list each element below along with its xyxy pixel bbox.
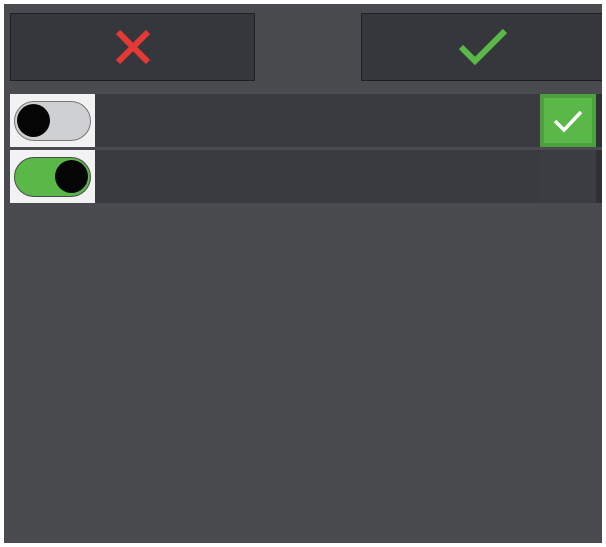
toggle-track [14,100,91,141]
row-checkbox[interactable] [540,150,596,203]
row-edge [596,94,602,147]
row-checkbox[interactable] [540,94,596,147]
list-row [10,94,602,147]
check-icon [553,110,583,133]
dialog-panel [4,4,602,543]
confirm-button[interactable] [361,13,602,81]
checkbox-box [544,98,592,143]
checkbox-box [544,154,592,199]
toggle-knob [17,103,50,137]
toggle-track [14,156,91,197]
close-icon [115,29,150,65]
toggle-knob [55,159,88,193]
toggle-switch[interactable] [10,150,95,203]
toggle-switch[interactable] [10,94,95,147]
check-icon [458,28,508,66]
cancel-button[interactable] [10,13,255,81]
list-row [10,150,602,203]
row-edge [596,150,602,203]
